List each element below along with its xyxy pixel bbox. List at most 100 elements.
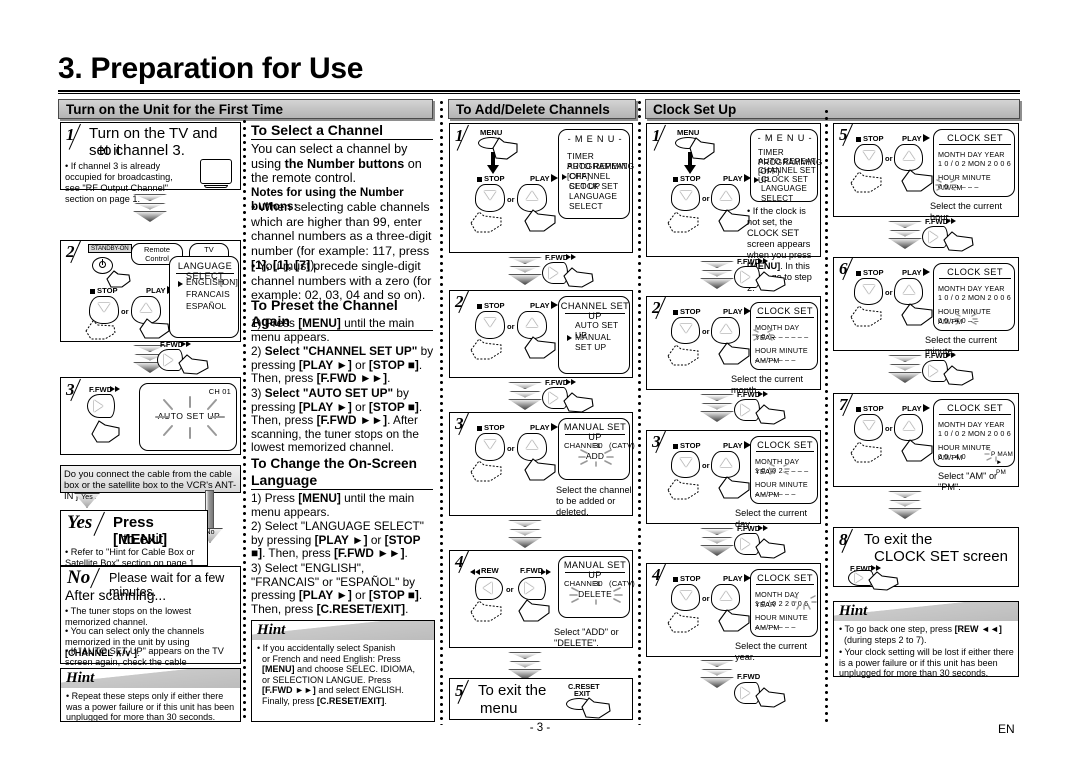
or-label: or <box>702 461 710 470</box>
ffwd-key-arrow-icon <box>525 582 534 594</box>
hand-pointer-icon <box>518 599 550 622</box>
stop-square-icon <box>673 577 678 582</box>
hint-line-3: [MENU] and choose SELEC. IDIOMA, <box>262 664 416 675</box>
stop-key-arrow-icon <box>680 324 692 333</box>
ffwd-triangle-icon <box>546 569 551 575</box>
hand-pointer-icon <box>718 609 750 632</box>
col2-lang-step-2: 2) Select "LANGUAGE SELECT" by pressing … <box>251 519 424 561</box>
heading-to-select-a-channel: To Select a Channel <box>251 122 433 140</box>
osd-item-language-select: LANGUAGE SELECT <box>569 191 618 211</box>
or-label: or <box>702 194 710 203</box>
flow-arrow <box>700 261 734 291</box>
flow-arrow <box>700 660 734 690</box>
osd-item-language-select: LANGUAGE SELECT <box>761 184 808 203</box>
ffwd-key-arrow-icon <box>741 404 750 416</box>
section-header-first-time: Turn on the Unit for the First Time <box>58 99 433 119</box>
play-label: PLAY <box>723 307 743 316</box>
blink-sparkle-icon <box>578 449 614 467</box>
section-header-add-delete: To Add/Delete Channels <box>448 99 636 119</box>
or-label: or <box>506 585 514 594</box>
hand-pointer-icon <box>91 420 120 443</box>
play-key-arrow-icon <box>903 421 915 430</box>
flow-arrow <box>700 528 734 558</box>
flow-arrow <box>508 257 542 287</box>
stop-square-icon <box>856 137 861 142</box>
play-key-arrow-icon <box>526 440 538 449</box>
hand-pointer-icon <box>667 611 699 633</box>
hand-pointer-icon <box>850 171 882 193</box>
col1-step1-line2: to channel 3. <box>99 142 185 159</box>
hand-pointer-icon <box>470 211 502 233</box>
osd-title: CLOCK SET <box>947 267 1003 277</box>
col4-step2-box: 2 STOP PLAY or CLOCK SET MONTH DAY YEAR … <box>646 296 821 395</box>
osd-cursor-icon <box>562 174 567 180</box>
osd-time-values: – – : – – – – <box>755 355 796 364</box>
stop-square-icon <box>673 310 678 315</box>
ffwd-label: F.FWD <box>545 378 569 387</box>
osd-title: CLOCK SET <box>757 440 813 450</box>
osd-screen-manual-set-up-add: MANUAL SET UP CHANNEL 30 (CATV) ADD <box>558 418 635 480</box>
step-number: 2 <box>66 242 75 261</box>
hint-caption-bar: Hint <box>61 669 240 688</box>
col2-lang-step-1: 1) Press [MENU] until the main menu appe… <box>251 491 415 519</box>
play-key-arrow-icon <box>903 151 915 160</box>
stop-label: STOP <box>680 574 701 583</box>
stop-label: STOP <box>484 174 505 183</box>
col5-step8-box: 8 To exit the CLOCK SET screen F.FWD <box>833 527 1019 591</box>
hand-pointer-icon <box>868 571 899 591</box>
hint-line-1: • To go back one step, press [REW ◄◄] <box>839 624 1002 634</box>
play-key-arrow-icon <box>903 285 915 294</box>
play-label: PLAY <box>530 301 550 310</box>
blink-sparkle-icon <box>935 179 957 191</box>
no-bullet-1: • The tuner stops on the lowest memorize… <box>65 606 192 627</box>
hint-line-3: • Your clock setting will be lost if eit… <box>839 647 1014 679</box>
stop-square-icon <box>90 289 95 294</box>
title-divider <box>58 90 1020 94</box>
col5-step5-box: 5 STOP PLAY or CLOCK SET MONTH DAY YEAR … <box>833 123 1019 222</box>
hand-pointer-icon <box>563 267 594 288</box>
ffwd-key-arrow-icon <box>741 538 750 550</box>
stop-label: STOP <box>680 174 701 183</box>
col2-hint-box: Hint • If you accidentally select Spanis… <box>251 620 435 722</box>
col3-step4-box: 4 REW F.FWD or MANUAL SET UP CHANNEL 30 … <box>449 550 635 648</box>
col1-step2-box: 2 STANDBY-ON Remote Control TV Screen ST… <box>60 240 241 342</box>
osd-title: - M E N U - <box>567 134 623 144</box>
stop-label: STOP <box>680 307 701 316</box>
play-label: PLAY <box>902 134 922 143</box>
ffwd-triangle-icon <box>763 525 768 531</box>
tv-stand-icon <box>204 185 228 188</box>
tv-icon <box>200 159 232 184</box>
osd-time-values: – – : – – – – <box>755 489 796 498</box>
play-key-arrow-icon <box>720 324 732 333</box>
osd-screen-clock-set: CLOCK SET MONTH DAY YEAR 1 0 / 0 2 MON 2… <box>933 399 1015 476</box>
col1-yes-box: Yes Press [MENU] to exit. • Refer to "Hi… <box>60 510 208 568</box>
blink-sparkle-icon <box>791 595 817 610</box>
language-code: EN <box>998 722 1015 736</box>
col4-step3-box: 3 STOP PLAY or CLOCK SET MONTH DAY YEAR … <box>646 430 821 529</box>
hand-pointer-icon <box>755 687 786 708</box>
stop-key-arrow-icon <box>863 285 875 294</box>
ffwd-key-arrow-icon <box>741 271 750 283</box>
hand-pointer-icon <box>901 169 933 192</box>
play-key-arrow-icon <box>140 303 152 312</box>
yes-slash <box>93 511 105 536</box>
col2-para-1: You can select a channel by using the Nu… <box>251 142 422 185</box>
play-label: PLAY <box>530 174 550 183</box>
stop-label: STOP <box>863 134 884 143</box>
hint-line-4: or SELECTION LANGUE. Press <box>262 674 392 685</box>
col3-step5-line2: menu <box>480 700 518 717</box>
osd-item-english: ENGLISH <box>186 277 225 287</box>
hand-pointer-icon <box>524 458 556 481</box>
or-label: or <box>507 322 515 331</box>
osd-title: MANUAL SET UP <box>563 560 627 580</box>
hint-line-2: or French and need English: Press <box>262 653 401 664</box>
stop-label: STOP <box>863 404 884 413</box>
rew-label: REW <box>481 566 499 575</box>
hint-title: Hint <box>839 603 868 619</box>
osd-divider <box>939 144 1011 145</box>
play-label: PLAY <box>902 268 922 277</box>
hand-pointer-icon <box>470 460 502 482</box>
ffwd-label: F.FWD <box>160 340 184 349</box>
blink-sparkle-icon <box>984 447 997 462</box>
ffwd-triangle-icon <box>951 352 956 358</box>
